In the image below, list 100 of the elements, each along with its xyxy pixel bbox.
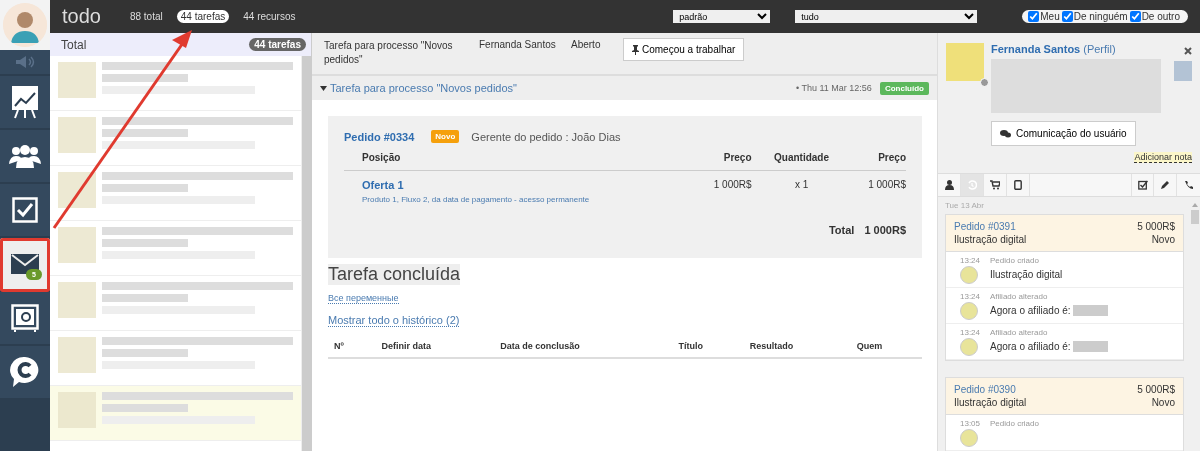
nav-item[interactable]: [0, 184, 50, 238]
page-title: todo: [62, 5, 101, 28]
blurred-avatar: [58, 392, 96, 428]
result-heading: Tarefa concluída: [328, 264, 461, 285]
event-time: 13:05: [960, 419, 982, 428]
order-status: Novo: [1150, 234, 1175, 245]
profile-link[interactable]: (Perfil): [1083, 43, 1116, 55]
column-header: Nº: [328, 337, 376, 358]
list-title: Total: [61, 37, 87, 52]
chart-board-icon: [11, 85, 39, 119]
blurred-text: [1072, 305, 1108, 316]
checkbox-label: De outro: [1141, 11, 1180, 22]
event-title: Pedido criado: [990, 419, 1040, 428]
variables-link[interactable]: Все переменные: [328, 293, 399, 304]
pencil-icon: [1160, 180, 1170, 190]
phone-icon: [1183, 180, 1194, 190]
column-header: Resultado: [743, 337, 851, 358]
product-name: Ilustração digital: [954, 234, 1028, 245]
event-text: Ilustração digital: [990, 269, 1063, 280]
communication-button[interactable]: Comunicação do usuário: [991, 121, 1136, 146]
event-title: Afiliado alterado: [990, 292, 1049, 301]
total-value: 1 000R$: [864, 224, 906, 236]
filter-tab[interactable]: 44 tarefas: [176, 10, 230, 23]
column-header: Preço: [697, 149, 752, 171]
blurred-avatar: [58, 62, 96, 98]
envelope-icon: [11, 254, 39, 274]
blurred-avatar: [58, 117, 96, 153]
cart-icon: [990, 180, 1000, 190]
order-amount: 5 000R$: [1137, 384, 1175, 395]
tablet-icon: [1014, 180, 1022, 190]
close-icon[interactable]: [1184, 47, 1192, 55]
column-header: Posição: [344, 149, 698, 171]
status-badge: Concluído: [879, 81, 929, 95]
caret-down-icon: [320, 85, 327, 91]
blurred-avatar: [58, 282, 96, 318]
scroll-thumb[interactable]: [1191, 210, 1199, 224]
filter-tab[interactable]: 88 total: [125, 10, 167, 23]
table-cell: 1 000R$: [851, 170, 906, 204]
count-badge: 44 tarefas: [249, 38, 306, 51]
people-icon: [9, 144, 41, 168]
table-cell: x 1: [751, 170, 852, 204]
avatar-circle: [960, 302, 978, 320]
user-name-link[interactable]: Fernanda Santos: [991, 43, 1081, 55]
task-status: Aberto: [571, 39, 602, 50]
product-name: Ilustração digital: [954, 397, 1028, 408]
nav-item[interactable]: [0, 130, 50, 184]
nav-item[interactable]: [0, 76, 50, 130]
total-label: Total: [828, 224, 855, 236]
order-manager: Gerente do pedido : João Dias: [471, 130, 621, 143]
checkbox[interactable]: [1028, 11, 1040, 22]
blurred-avatar: [58, 172, 96, 208]
start-work-button[interactable]: Começou a trabalhar: [623, 38, 745, 61]
column-header: Preço: [851, 149, 906, 171]
chat-icon: [1000, 129, 1011, 138]
order-link[interactable]: Pedido #0391: [954, 221, 1138, 232]
speaker-icon: [14, 55, 36, 69]
history-link[interactable]: Mostrar todo o histórico (2): [328, 314, 460, 327]
order-link[interactable]: Pedido #0334: [344, 130, 415, 143]
checkbox-label: De ninguém: [1073, 11, 1128, 22]
task-title: Tarefa para processo "Novos pedidos": [324, 39, 454, 67]
checkbox-icon: [12, 197, 38, 223]
table-cell: 1 000R$: [697, 170, 752, 204]
assignee-name: Fernanda Santos: [479, 39, 557, 50]
filter-tab[interactable]: 44 recursos: [239, 10, 300, 23]
section-toggle[interactable]: Tarefa para processo "Novos pedidos": [320, 82, 517, 94]
event-text: Agora o afiliado é:: [990, 305, 1071, 316]
avatar-circle: [960, 429, 978, 447]
checkbox-icon: [1137, 180, 1148, 190]
column-header: Definir data: [375, 337, 495, 358]
tab[interactable]: [1131, 174, 1154, 196]
column-header: Título: [672, 337, 744, 358]
add-note-link[interactable]: Adicionar nota: [1134, 152, 1192, 163]
scrollbar[interactable]: [301, 56, 311, 451]
event-title: Pedido criado: [990, 256, 1040, 265]
checkbox[interactable]: [1061, 11, 1073, 22]
order-link[interactable]: Pedido #0390: [954, 384, 1138, 395]
status-badge: Novo: [431, 130, 460, 143]
event-time: 13:24: [960, 256, 982, 265]
order-status: Novo: [1150, 397, 1175, 408]
history-icon: [967, 180, 977, 190]
dropdown[interactable]: padrão: [673, 10, 771, 23]
nav-item[interactable]: [0, 346, 50, 400]
checkbox[interactable]: [1129, 11, 1141, 22]
pin-icon: [632, 44, 639, 55]
checkbox-label: Meu: [1040, 11, 1060, 22]
status-dot: [980, 78, 989, 87]
avatar-circle: [960, 338, 978, 356]
dropdown[interactable]: tudo: [795, 10, 978, 23]
nav-item[interactable]: [0, 292, 50, 346]
item-link[interactable]: Oferta 1: [362, 179, 404, 191]
column-header: Data de conclusão: [494, 337, 673, 358]
timestamp: • Thu 11 Mar 12:56: [796, 83, 872, 93]
blurred-image: [1174, 61, 1192, 81]
column-header: Quantidade: [751, 149, 852, 171]
event-time: 13:24: [960, 292, 982, 301]
user-icon: [944, 180, 954, 190]
blurred-avatar: [58, 227, 96, 263]
event-title: Afiliado alterado: [990, 328, 1049, 337]
event-time: 13:24: [960, 328, 982, 337]
item-description: Produto 1, Fluxo 2, da data de pagamento - acesso permanente: [362, 195, 591, 204]
